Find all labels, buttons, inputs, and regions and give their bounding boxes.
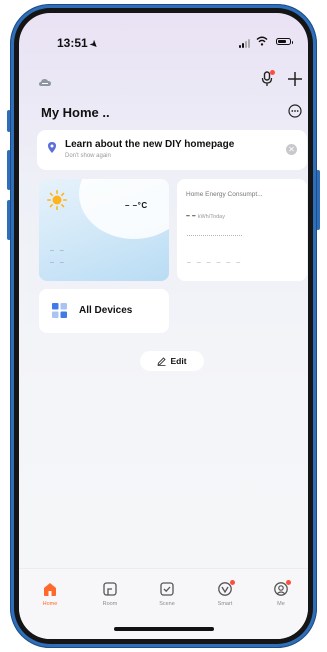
all-devices-label: All Devices xyxy=(79,305,133,316)
tab-label: Home xyxy=(42,601,58,607)
bottom-tab-bar: Home Room Scene Smart Me xyxy=(19,568,308,639)
location-arrow-icon: ➤ xyxy=(87,37,101,51)
notification-dot xyxy=(286,580,291,585)
temperature-value: – –°C xyxy=(125,201,148,210)
energy-card-title: Home Energy Consumpt... xyxy=(186,191,263,198)
app-screen: 13:51➤ My Home .. Learn about the new DI… xyxy=(19,13,308,639)
bulb-icon xyxy=(48,142,56,153)
sun-icon xyxy=(47,190,67,210)
home-indicator[interactable] xyxy=(113,627,214,631)
tab-me[interactable]: Me xyxy=(261,580,301,607)
edit-label: Edit xyxy=(170,356,187,366)
more-options-icon[interactable] xyxy=(288,104,302,118)
tab-scene[interactable]: Scene xyxy=(147,581,187,607)
edit-button[interactable]: Edit xyxy=(140,351,204,371)
weather-placeholder: – – xyxy=(50,247,66,254)
weather-card[interactable]: – –°C – – – – xyxy=(39,179,169,281)
energy-card[interactable]: Home Energy Consumpt... – – kWh/Today – –… xyxy=(177,179,307,281)
tab-label: Scene xyxy=(159,601,175,607)
home-icon xyxy=(44,583,56,596)
divider xyxy=(187,235,242,236)
devices-grid-icon xyxy=(52,303,67,318)
cloud-icon[interactable] xyxy=(39,77,53,89)
wifi-icon xyxy=(256,36,268,46)
notification-dot xyxy=(230,580,235,585)
pencil-icon xyxy=(157,356,167,366)
banner-title: Learn about the new DIY homepage xyxy=(65,139,235,150)
energy-value: – – kWh/Today xyxy=(186,213,225,220)
tab-label: Me xyxy=(277,601,285,607)
tab-smart[interactable]: Smart xyxy=(205,580,245,607)
phone-bezel: 13:51➤ My Home .. Learn about the new DI… xyxy=(14,8,313,644)
scene-icon xyxy=(160,582,174,596)
phone-frame: 13:51➤ My Home .. Learn about the new DI… xyxy=(10,4,317,648)
energy-unit: kWh/Today xyxy=(197,214,225,220)
dont-show-again-link[interactable]: Don't show again xyxy=(65,153,111,159)
tab-label: Smart xyxy=(217,601,233,607)
notification-dot xyxy=(270,70,275,75)
all-devices-card[interactable]: All Devices xyxy=(39,289,169,333)
tab-label: Room xyxy=(102,601,118,607)
status-time: 13:51➤ xyxy=(57,36,101,51)
diy-homepage-banner[interactable]: Learn about the new DIY homepage Don't s… xyxy=(37,130,307,170)
energy-placeholder: – – – – – – xyxy=(187,259,243,266)
tab-room[interactable]: Room xyxy=(90,581,130,607)
home-selector[interactable]: My Home .. xyxy=(41,105,110,120)
battery-icon xyxy=(276,38,293,45)
weather-glow xyxy=(79,179,169,239)
close-icon[interactable]: ✕ xyxy=(286,144,297,155)
weather-placeholder: – – xyxy=(50,259,66,266)
plus-icon[interactable] xyxy=(287,71,303,87)
cellular-signal-icon xyxy=(239,39,250,48)
status-bar: 13:51➤ xyxy=(19,13,308,51)
room-icon xyxy=(103,582,117,596)
status-time-text: 13:51 xyxy=(57,36,88,50)
energy-value-number: – – xyxy=(186,213,196,220)
tab-home[interactable]: Home xyxy=(30,581,70,607)
